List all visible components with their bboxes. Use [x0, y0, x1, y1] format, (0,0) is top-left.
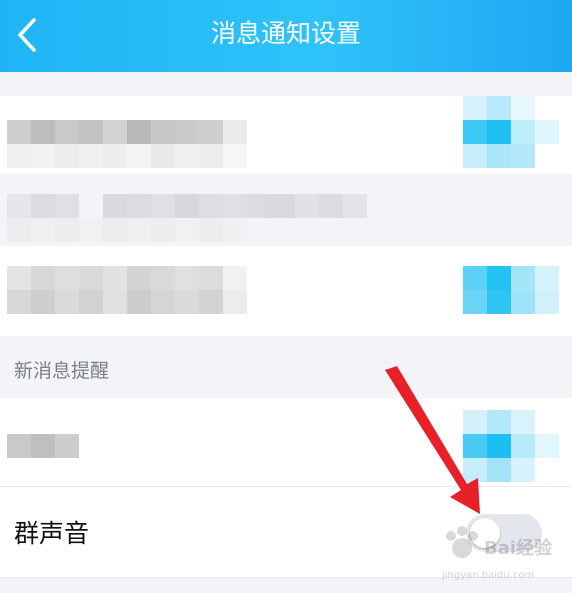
red-arrow-icon — [385, 366, 480, 514]
